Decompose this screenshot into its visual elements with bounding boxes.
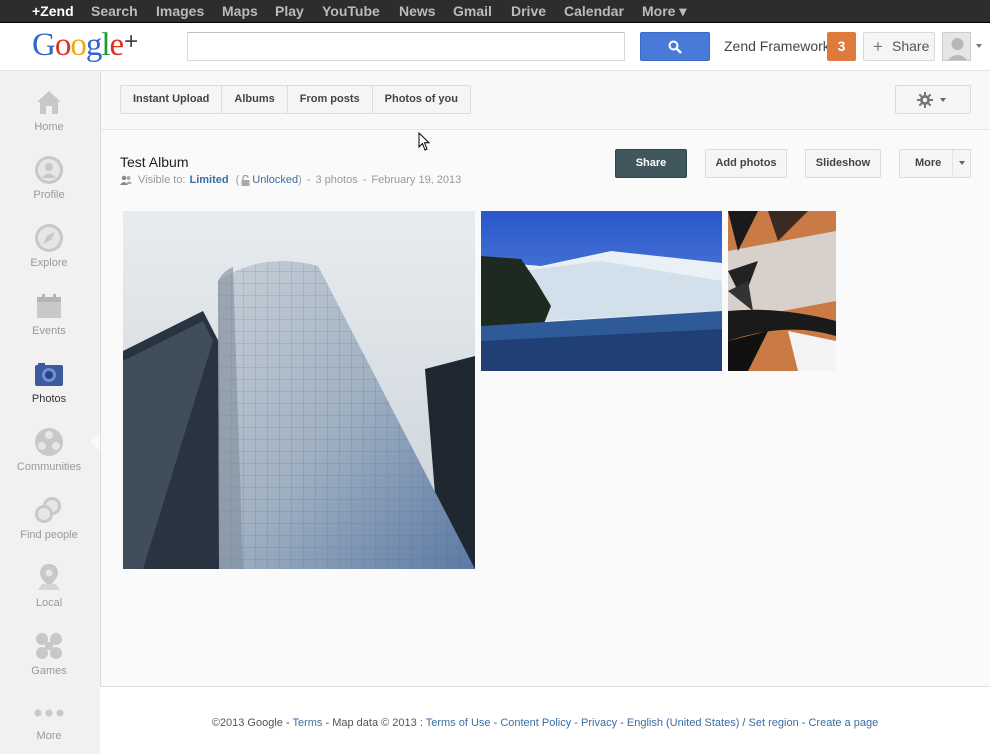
camera-icon — [33, 358, 65, 390]
mouse-cursor-icon — [418, 132, 431, 151]
user-name[interactable]: Zend Framework — [724, 38, 830, 54]
footer-terms-link[interactable]: Terms — [292, 717, 322, 729]
footer-language-link[interactable]: English (United States) — [627, 717, 740, 729]
waterfall-photo — [481, 211, 722, 371]
sidebar-item-label: Communities — [16, 461, 82, 473]
tab-instant-upload[interactable]: Instant Upload — [121, 86, 223, 113]
sidebar-item-label: Photos — [31, 393, 67, 405]
sidebar-item-events[interactable]: Events — [0, 290, 98, 337]
settings-button[interactable] — [895, 85, 971, 114]
sidebar-item-home[interactable]: Home — [0, 86, 98, 133]
compass-icon — [33, 222, 65, 254]
more-label: More — [915, 157, 942, 169]
topbar-calendar[interactable]: Calendar — [564, 3, 624, 19]
footer-copyright: ©2013 Google - — [211, 717, 293, 729]
communities-icon — [33, 426, 65, 458]
palm-leaves-photo — [728, 211, 836, 371]
sidebar-item-label: Find people — [20, 529, 78, 541]
topbar-images[interactable]: Images — [156, 3, 204, 19]
active-pointer — [90, 433, 100, 451]
topbar-plus-zend[interactable]: +Zend — [32, 3, 74, 19]
people-icon — [120, 175, 132, 185]
visibility-link[interactable]: Limited — [190, 174, 229, 186]
photos-tab-bar: Instant Upload Albums From posts Photos … — [101, 71, 990, 130]
topbar-search[interactable]: Search — [91, 3, 138, 19]
more-dropdown-toggle[interactable] — [952, 150, 970, 177]
sidebar-item-label: Explore — [30, 257, 68, 269]
footer: ©2013 Google - Terms - Map data © 2013 :… — [211, 717, 879, 729]
sidebar-item-local[interactable]: Local — [0, 562, 98, 609]
chevron-down-icon[interactable] — [976, 44, 982, 48]
calendar-icon — [33, 290, 65, 322]
topbar-drive[interactable]: Drive — [511, 3, 546, 19]
footer-map-data: - Map data © 2013 : — [322, 717, 426, 729]
games-icon — [33, 630, 65, 662]
photo-count: 3 photos — [315, 174, 358, 186]
add-photos-button[interactable]: Add photos — [705, 149, 787, 178]
search-input[interactable] — [187, 32, 625, 61]
tab-albums[interactable]: Albums — [222, 86, 288, 113]
sidebar-item-label: Local — [35, 597, 63, 609]
logo-plus: + — [124, 28, 138, 55]
topbar-play[interactable]: Play — [275, 3, 304, 19]
sidebar-item-label: Home — [34, 121, 64, 133]
search-button[interactable] — [640, 32, 710, 61]
tab-photos-of-you[interactable]: Photos of you — [373, 86, 470, 113]
search-icon — [668, 40, 682, 54]
map-pin-icon — [33, 562, 65, 594]
plus-icon: + — [873, 37, 883, 56]
album-title: Test Album — [120, 154, 189, 170]
sidebar-item-explore[interactable]: Explore — [0, 222, 98, 269]
find-people-icon — [33, 494, 65, 526]
photo-thumbnail[interactable] — [481, 211, 722, 371]
sidebar-item-profile[interactable]: Profile — [0, 154, 98, 201]
chevron-down-icon — [959, 161, 965, 165]
gear-icon — [917, 92, 933, 108]
google-plus-logo[interactable]: Google+ — [32, 27, 138, 64]
left-navigation: Home Profile Explore Events Photos Commu… — [0, 71, 100, 754]
sidebar-item-games[interactable]: Games — [0, 630, 98, 677]
album-meta: Visible to: Limited ( Unlocked ) - 3 pho… — [120, 174, 461, 186]
sidebar-item-label: More — [36, 730, 62, 742]
tab-from-posts[interactable]: From posts — [288, 86, 373, 113]
sidebar-item-communities[interactable]: Communities — [0, 426, 98, 473]
avatar[interactable] — [942, 32, 971, 61]
lock-state-link[interactable]: Unlocked — [252, 174, 298, 186]
sidebar-item-label: Profile — [33, 189, 65, 201]
visible-to-label: Visible to: — [138, 174, 186, 186]
topbar-youtube[interactable]: YouTube — [322, 3, 380, 19]
notification-count-badge[interactable]: 3 — [827, 32, 856, 61]
footer-create-page-link[interactable]: Create a page — [808, 717, 878, 729]
chevron-down-icon — [940, 98, 946, 102]
sidebar-item-label: Events — [32, 325, 66, 337]
sidebar-item-find-people[interactable]: Find people — [0, 494, 98, 541]
topbar-gmail[interactable]: Gmail — [453, 3, 492, 19]
google-top-bar: +Zend Search Images Maps Play YouTube Ne… — [0, 0, 990, 23]
sidebar-item-label: Games — [31, 665, 67, 677]
more-button[interactable]: More — [899, 149, 971, 178]
album-date: February 19, 2013 — [371, 174, 462, 186]
sidebar-item-photos[interactable]: Photos — [0, 358, 98, 405]
topbar-more[interactable]: More ▾ — [642, 3, 686, 20]
unlock-icon — [241, 174, 250, 186]
footer-terms-of-use-link[interactable]: Terms of Use — [426, 717, 491, 729]
share-label: Share — [892, 38, 930, 54]
skyscraper-photo — [123, 211, 475, 569]
footer-set-region-link[interactable]: Set region — [749, 717, 799, 729]
footer-content-policy-link[interactable]: Content Policy — [500, 717, 571, 729]
home-icon — [33, 86, 65, 118]
slideshow-button[interactable]: Slideshow — [805, 149, 881, 178]
topbar-news[interactable]: News — [399, 3, 436, 19]
photos-tabs: Instant Upload Albums From posts Photos … — [120, 85, 471, 114]
footer-privacy-link[interactable]: Privacy — [581, 717, 617, 729]
share-album-button[interactable]: Share — [615, 149, 687, 178]
header: Google+ Zend Framework 3 + Share — [0, 23, 990, 71]
photos-main-panel: Instant Upload Albums From posts Photos … — [100, 71, 990, 687]
photo-thumbnail[interactable] — [123, 211, 475, 569]
profile-icon — [33, 154, 65, 186]
photo-thumbnail[interactable] — [728, 211, 836, 371]
share-button-top[interactable]: + Share — [863, 32, 935, 61]
avatar-silhouette-icon — [947, 38, 968, 60]
topbar-maps[interactable]: Maps — [222, 3, 258, 19]
